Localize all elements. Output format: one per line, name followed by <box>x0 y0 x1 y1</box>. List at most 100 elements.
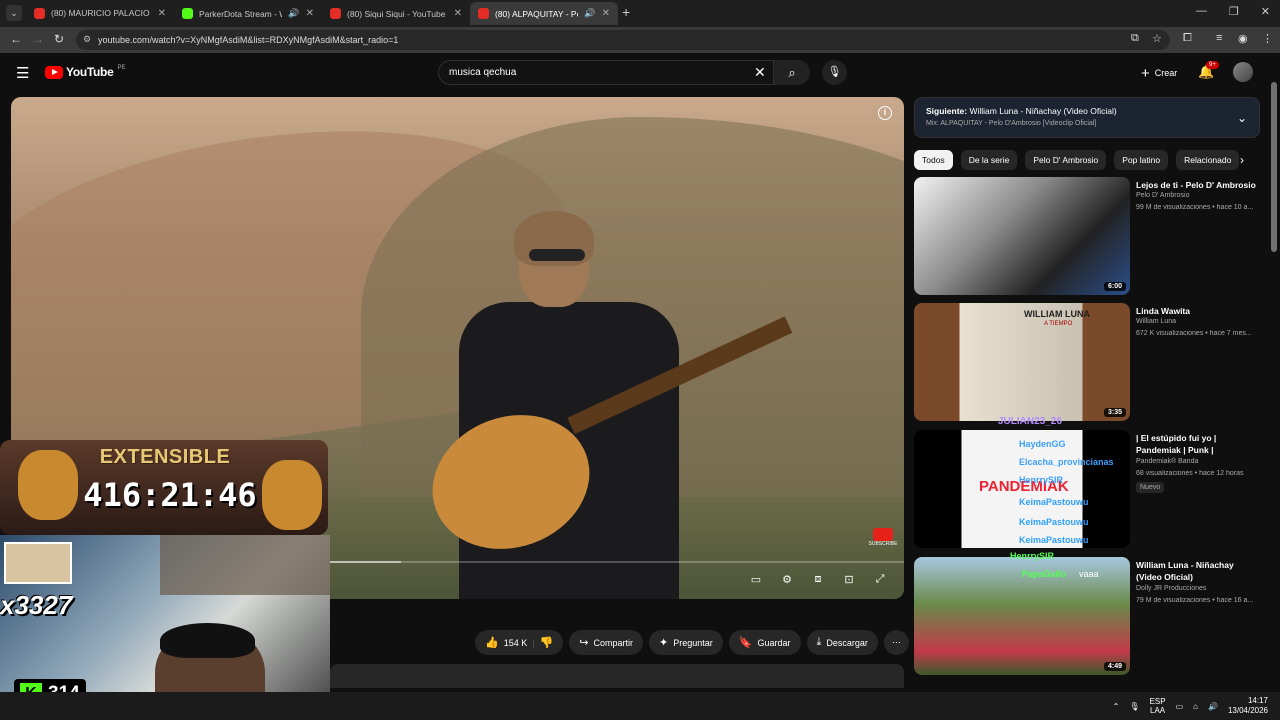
youtube-favicon-icon <box>478 8 489 19</box>
share-label: Compartir <box>593 637 634 648</box>
playlist-mix-panel[interactable]: Siguiente: William Luna - Niñachay (Vide… <box>914 97 1260 138</box>
search-input[interactable]: musica qechua <box>438 60 774 85</box>
search-icon: ⌕ <box>788 65 796 80</box>
close-icon[interactable]: ✕ <box>602 8 610 19</box>
chevron-down-icon[interactable]: ⌄ <box>1237 111 1247 125</box>
channel-name[interactable]: Dolly JR Producciones <box>1136 585 1206 592</box>
thumbs-down-icon[interactable]: 👎 <box>540 636 554 649</box>
language-indicator[interactable]: ESP LAA <box>1150 697 1166 715</box>
mic-tray-icon[interactable]: 🎙 <box>1129 702 1139 711</box>
player-controls: ▭ ⚙ ⧈ ⊡ ⤢ <box>748 573 888 587</box>
os-taskbar: ⌃ 🎙 ESP LAA ▭ ⌂ 🔊 14:17 13/04/2026 <box>0 692 1280 720</box>
save-label: Guardar <box>757 637 791 648</box>
chip-todos[interactable]: Todos <box>914 150 953 170</box>
page-scrollbar[interactable] <box>1271 60 1277 700</box>
tab-title: (80) ALPAQUITAY - Pelo D'A <box>495 8 578 19</box>
more-actions-button[interactable]: ⋯ <box>883 630 909 655</box>
close-icon[interactable]: ✕ <box>306 8 314 19</box>
new-badge: Nuevo <box>1136 482 1165 493</box>
clear-search-icon[interactable]: ✕ <box>754 64 766 81</box>
chevron-right-icon[interactable]: › <box>1240 153 1244 167</box>
cast-icon[interactable]: ⧉ <box>1131 32 1139 45</box>
kick-favicon-icon <box>182 8 193 19</box>
media-controls-icon[interactable]: ≡ <box>1216 32 1222 44</box>
subathon-timer: 416:21:46 <box>83 476 257 514</box>
video-thumbnail[interactable]: 6:00 <box>914 177 1130 295</box>
new-tab-button[interactable]: + <box>622 4 630 20</box>
browser-tab-2[interactable]: ParkerDota Stream - Watch 🔊 ✕ <box>174 2 322 25</box>
browser-menu-icon[interactable]: ⋮ <box>1262 32 1273 45</box>
back-icon[interactable]: ← <box>10 32 22 46</box>
fullscreen-icon[interactable]: ⤢ <box>872 573 888 587</box>
taskbar-clock[interactable]: 14:17 13/04/2026 <box>1228 696 1268 716</box>
address-bar[interactable]: ⚙ youtube.com/watch?v=XyNMgfAsdiM&list=R… <box>76 30 1170 50</box>
account-avatar[interactable] <box>1233 62 1253 82</box>
profile-icon[interactable]: ◉ <box>1238 32 1248 45</box>
tab-search-button[interactable]: ⌄ <box>6 5 22 21</box>
subscribe-watermark[interactable]: SUBSCRIBE <box>868 528 898 550</box>
tray-overflow-icon[interactable]: ⌃ <box>1113 702 1120 711</box>
miniplayer-icon[interactable]: ⧈ <box>810 573 826 587</box>
maximize-icon[interactable]: ❐ <box>1229 5 1239 18</box>
chat-username: KeimaPastouwu <box>1019 517 1089 527</box>
video-title[interactable]: William Luna - Niñachay (Video Oficial) <box>1136 559 1256 583</box>
recommendation-item[interactable]: 6:00 Lejos de ti - Pelo D' Ambrosio Pelo… <box>914 177 1260 297</box>
video-meta: 79 M de visualizaciones • hace 16 a... <box>1136 597 1254 604</box>
bookmark-icon: 🔖 <box>738 637 753 649</box>
cast-icon[interactable]: ⊡ <box>841 573 857 587</box>
speaker-icon[interactable]: 🔊 <box>584 8 595 19</box>
browser-tab-1[interactable]: (80) MAURICIO PALACIO 🏔️ Yá ✕ <box>26 2 174 25</box>
extensions-icon[interactable]: ⧠ <box>1183 32 1192 45</box>
chip-de-la-serie[interactable]: De la serie <box>960 150 1018 170</box>
chip-relacionado[interactable]: Relacionado <box>1176 150 1240 170</box>
recommendation-item[interactable]: WILLIAM LUNA A TIEMPO 3:35 Linda Wawita … <box>914 303 1260 423</box>
video-title[interactable]: Linda Wawita <box>1136 305 1256 317</box>
hamburger-menu-icon[interactable]: ☰ <box>16 64 29 82</box>
chip-pelo-dambrosio[interactable]: Pelo D' Ambrosio <box>1025 150 1107 170</box>
ask-button[interactable]: ✦ Preguntar <box>649 630 723 655</box>
like-button[interactable]: 👍 154 K | 👎 <box>475 630 564 655</box>
search-button[interactable]: ⌕ <box>774 60 810 85</box>
thumbs-up-icon: 👍 <box>485 637 499 649</box>
webcam-shelf <box>160 535 330 595</box>
scrollbar-thumb[interactable] <box>1271 82 1277 252</box>
video-title[interactable]: Lejos de ti - Pelo D' Ambrosio <box>1136 179 1256 191</box>
close-icon[interactable]: ✕ <box>158 8 166 19</box>
forward-icon[interactable]: → <box>32 32 44 46</box>
volume-icon[interactable]: 🔊 <box>1208 702 1218 711</box>
channel-name[interactable]: William Luna <box>1136 318 1176 325</box>
subathon-timer-banner: EXTENSIBLE 416:21:46 <box>0 440 328 535</box>
video-title[interactable]: | El estúpido fui yo | Pandemiak | Punk … <box>1136 432 1256 456</box>
subtitles-icon[interactable]: ▭ <box>748 573 764 587</box>
reload-icon[interactable]: ↻ <box>54 32 64 46</box>
minimize-icon[interactable]: — <box>1196 5 1207 18</box>
tab-title: ParkerDota Stream - Watch <box>199 8 282 19</box>
browser-tab-4-active[interactable]: (80) ALPAQUITAY - Pelo D'A 🔊 ✕ <box>470 2 618 25</box>
create-button[interactable]: + Crear <box>1135 62 1183 84</box>
bookmark-star-icon[interactable]: ☆ <box>1152 32 1162 45</box>
network-icon[interactable]: ⌂ <box>1193 702 1198 711</box>
close-window-icon[interactable]: ✕ <box>1261 5 1270 18</box>
browser-tab-3[interactable]: (80) Siqui Siqui - YouTube ✕ <box>322 2 470 25</box>
voice-search-button[interactable]: 🎙 <box>822 60 847 85</box>
thumbnail-subtext: A TIEMPO <box>1044 321 1073 327</box>
site-info-icon[interactable]: ⚙ <box>83 34 91 45</box>
youtube-logo[interactable]: YouTube PE <box>45 65 125 79</box>
video-thumbnail[interactable]: WILLIAM LUNA A TIEMPO 3:35 <box>914 303 1130 421</box>
stream-overlay: EXTENSIBLE 416:21:46 x3327 K 314 <box>0 440 330 720</box>
url-text: youtube.com/watch?v=XyNMgfAsdiM&list=RDX… <box>98 35 399 45</box>
settings-gear-icon[interactable]: ⚙ <box>779 573 795 587</box>
video-info-icon[interactable]: i <box>878 106 892 120</box>
plus-icon: + <box>1141 64 1150 82</box>
channel-name[interactable]: Pelo D' Ambrosio <box>1136 192 1189 199</box>
save-button[interactable]: 🔖 Guardar <box>728 630 801 655</box>
speaker-icon[interactable]: 🔊 <box>288 8 299 19</box>
display-icon[interactable]: ▭ <box>1176 702 1184 711</box>
download-button[interactable]: ⤓ Descargar <box>806 630 878 655</box>
chip-pop-latino[interactable]: Pop latino <box>1114 150 1169 170</box>
share-button[interactable]: ↪ Compartir <box>569 630 644 655</box>
download-icon: ⤓ <box>816 636 822 648</box>
description-box[interactable] <box>330 664 904 688</box>
youtube-header: ☰ YouTube PE musica qechua ✕ ⌕ 🎙 + Crear… <box>0 53 1280 91</box>
close-icon[interactable]: ✕ <box>454 8 462 19</box>
